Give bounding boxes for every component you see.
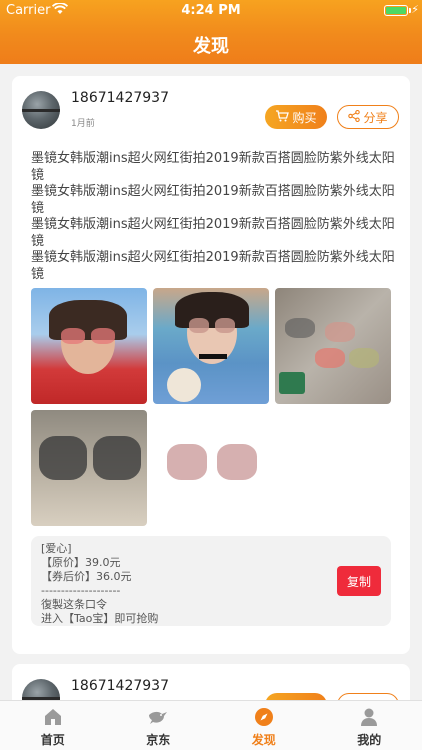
home-icon xyxy=(42,707,64,727)
tab-bar: 首页 京东 发现 我的 xyxy=(0,700,422,750)
status-time: 4:24 PM xyxy=(181,3,241,18)
share-button[interactable]: 分享 xyxy=(337,105,399,129)
tab-mine[interactable]: 我的 xyxy=(317,701,422,750)
share-button[interactable] xyxy=(337,693,399,700)
tab-home-label: 首页 xyxy=(40,733,65,747)
avatar[interactable] xyxy=(22,679,60,700)
tab-mine-label: 我的 xyxy=(357,733,382,747)
page-title: 发现 xyxy=(193,36,229,57)
avatar[interactable] xyxy=(22,91,60,129)
compass-icon xyxy=(253,707,275,727)
coupon-box: [爱心] 【原价】39.0元 【券后价】36.0元 --------------… xyxy=(31,536,391,626)
post-content: 墨镜女韩版潮ins超火网红街拍2019新款百搭圆脸防紫外线太阳镜 墨镜女韩版潮i… xyxy=(31,151,395,282)
nav-header: Carrier 4:24 PM ⚡ 发现 xyxy=(0,0,422,64)
tab-jd-label: 京东 xyxy=(146,733,171,747)
discover-feed[interactable]: 18671427937 1月前 购买 分享 墨镜女韩版潮ins超火网红街拍201… xyxy=(0,64,422,700)
tab-discover-label: 发现 xyxy=(251,733,276,747)
copy-button[interactable]: 复制 xyxy=(337,566,381,596)
product-photo-4[interactable] xyxy=(31,410,147,526)
product-photo-2[interactable] xyxy=(153,288,269,404)
buy-button[interactable]: 购买 xyxy=(265,105,327,129)
post-username: 18671427937 xyxy=(71,678,169,694)
product-photo-5[interactable] xyxy=(153,410,269,526)
post-username: 18671427937 xyxy=(71,90,169,106)
post-card: 18671427937 1月前 购买 分享 墨镜女韩版潮ins超火网红街拍201… xyxy=(12,76,410,654)
product-photo-1[interactable] xyxy=(31,288,147,404)
product-photo-3[interactable] xyxy=(275,288,391,404)
share-icon xyxy=(348,109,361,125)
user-icon xyxy=(358,707,380,727)
share-label: 分享 xyxy=(363,110,388,125)
tab-home[interactable]: 首页 xyxy=(0,701,106,750)
coupon-text: [爱心] 【原价】39.0元 【券后价】36.0元 --------------… xyxy=(41,542,159,625)
status-bar: Carrier 4:24 PM ⚡ xyxy=(0,0,422,22)
cart-icon xyxy=(275,109,290,125)
battery-icon xyxy=(384,5,408,16)
post-time: 1月前 xyxy=(71,119,95,129)
bird-icon xyxy=(147,707,169,727)
tab-discover[interactable]: 发现 xyxy=(211,701,317,750)
charging-icon: ⚡ xyxy=(411,3,419,16)
buy-button[interactable] xyxy=(265,693,327,700)
post-card: 18671427937 xyxy=(12,664,410,700)
buy-label: 购买 xyxy=(292,110,317,125)
tab-jd[interactable]: 京东 xyxy=(106,701,212,750)
